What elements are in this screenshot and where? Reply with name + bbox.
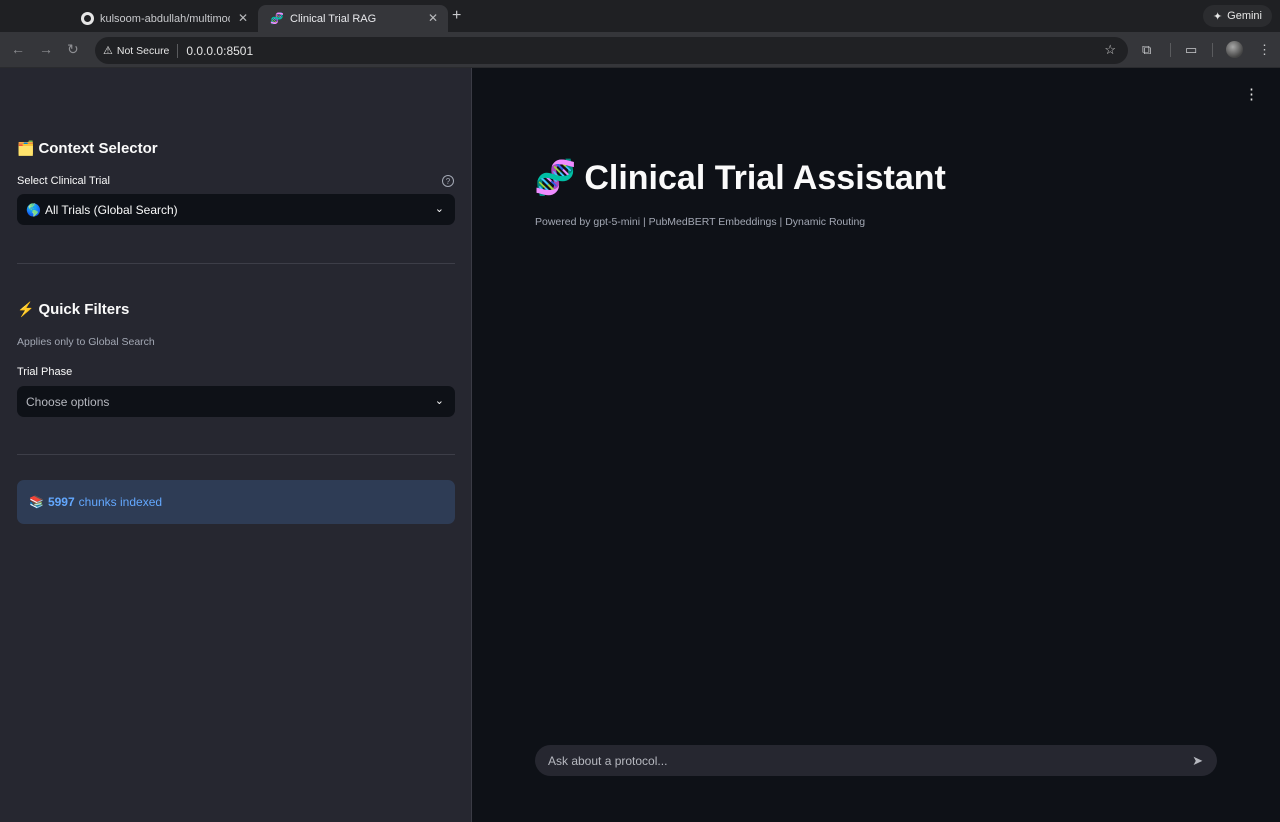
new-tab-button[interactable]: + [452, 7, 461, 25]
chunk-text: chunks indexed [78, 495, 163, 509]
select-trial-label: Select Clinical Trial [17, 175, 110, 187]
heading-text: Context Selector [38, 140, 158, 157]
lightning-icon: ⚡ [17, 301, 35, 317]
divider [17, 454, 455, 455]
close-tab-icon[interactable]: ✕ [238, 11, 248, 25]
books-icon: 📚 [29, 495, 44, 509]
divider [17, 263, 455, 264]
heading-text: Quick Filters [38, 301, 130, 318]
page-subtitle: Powered by gpt-5-mini | PubMedBERT Embed… [535, 216, 866, 228]
folder-icon: 🗂️ [17, 140, 35, 156]
profile-avatar[interactable] [1226, 41, 1243, 58]
trial-phase-placeholder: Choose options [26, 394, 110, 409]
trial-phase-multiselect[interactable]: Choose options ⌄ [17, 386, 455, 417]
forward-arrow-icon[interactable]: → [39, 41, 53, 57]
selected-trial: 🌎 All Trials (Global Search) [26, 203, 178, 217]
chevron-down-icon[interactable]: ⌄ [435, 202, 444, 215]
gemini-label: Gemini [1227, 10, 1262, 22]
toolbar-divider [1170, 43, 1171, 57]
clinical-trial-select[interactable]: 🌎 All Trials (Global Search) ⌄ [17, 194, 455, 225]
browser-tab-github[interactable]: kulsoom-abdullah/multimodal ✕ [68, 5, 258, 32]
chat-input[interactable] [548, 753, 1168, 768]
browser-toolbar: ← → ↻ ⚠ Not Secure 0.0.0.0:8501 ☆ ⧉ ▭ ⋮ [0, 32, 1280, 68]
chat-input-container: ➤ [535, 745, 1217, 776]
page-title-text: Clinical Trial Assistant [584, 158, 946, 197]
extensions-icon[interactable]: ⧉ [1142, 42, 1151, 58]
app-menu-icon[interactable]: ⋮ [1244, 85, 1259, 103]
reload-icon[interactable]: ↻ [67, 41, 79, 58]
browser-tab-strip: kulsoom-abdullah/multimodal ✕ 🧬 Clinical… [0, 0, 1280, 32]
main-content: ⋮ 🧬 Clinical Trial Assistant Powered by … [473, 68, 1280, 822]
chevron-down-icon[interactable]: ⌄ [435, 394, 444, 407]
browser-menu-icon[interactable]: ⋮ [1258, 42, 1271, 58]
warning-icon[interactable]: ⚠ [103, 44, 113, 57]
url-text[interactable]: 0.0.0.0:8501 [186, 44, 253, 58]
bookmark-star-icon[interactable]: ☆ [1104, 42, 1116, 58]
filters-caption: Applies only to Global Search [17, 336, 155, 348]
globe-icon: 🌎 [26, 202, 41, 217]
quick-filters-heading: ⚡ Quick Filters [17, 301, 129, 318]
tab-title: Clinical Trial RAG [290, 12, 377, 25]
close-tab-icon[interactable]: ✕ [428, 11, 438, 25]
github-icon [80, 12, 94, 26]
address-bar[interactable]: ⚠ Not Secure 0.0.0.0:8501 ☆ [95, 37, 1128, 64]
tab-search-icon[interactable]: ▭ [1185, 42, 1197, 58]
page-title: 🧬 Clinical Trial Assistant [534, 158, 946, 198]
send-icon[interactable]: ➤ [1192, 753, 1203, 769]
dna-icon: 🧬 [534, 159, 577, 197]
gemini-button[interactable]: ✦ Gemini [1202, 5, 1272, 27]
sparkle-icon: ✦ [1212, 10, 1223, 23]
tab-title: kulsoom-abdullah/multimodal [100, 12, 230, 25]
toolbar-divider [1212, 43, 1213, 57]
browser-tab-clinical-trial-rag[interactable]: 🧬 Clinical Trial RAG ✕ [258, 5, 448, 32]
back-arrow-icon[interactable]: ← [11, 41, 25, 57]
dna-icon: 🧬 [270, 13, 284, 25]
security-label[interactable]: Not Secure [117, 45, 170, 57]
context-selector-heading: 🗂️ Context Selector [17, 140, 158, 157]
trial-phase-label: Trial Phase [17, 366, 73, 378]
chunk-count: 5997 [47, 495, 75, 509]
index-status-box: 📚 5997 chunks indexed [17, 480, 455, 524]
help-icon[interactable]: ? [442, 175, 454, 187]
sidebar: 🗂️ Context Selector Select Clinical Tria… [0, 68, 472, 822]
omnibox-divider [177, 43, 179, 58]
selected-trial-text: All Trials (Global Search) [44, 202, 178, 217]
